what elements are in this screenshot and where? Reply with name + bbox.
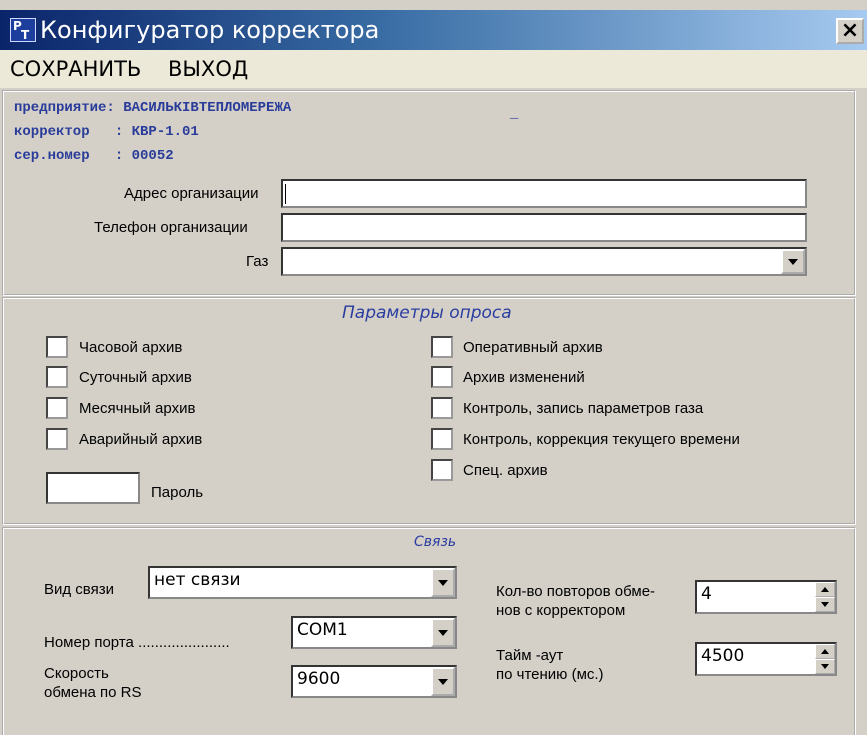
link-type-value: нет связи [154, 570, 241, 590]
menu-exit[interactable]: ВЫХОД [168, 56, 248, 82]
address-input[interactable] [281, 179, 807, 208]
port-value: COM1 [297, 620, 348, 640]
checkbox-gas-params-control[interactable] [431, 397, 453, 419]
checkbox-monthly-archive[interactable] [46, 397, 68, 419]
text-caret [285, 184, 286, 204]
speed-label-line1: Скорость [44, 665, 109, 682]
password-input[interactable] [46, 472, 140, 504]
retries-label-line1: Кол-во повторов обме- [496, 583, 656, 600]
spinner-buttons [815, 582, 835, 612]
title-bar[interactable]: Р Т Конфигуратор корректора × [0, 10, 867, 50]
retries-spinner[interactable]: 4 [695, 580, 837, 614]
organization-panel: предприятие: ВАСИЛЬКIВТЕПЛОМЕРЕЖА коррек… [2, 90, 856, 296]
link-type-select[interactable]: нет связи [148, 566, 457, 599]
checkbox-emergency-archive[interactable] [46, 428, 68, 450]
gas-params-control-label: Контроль, запись параметров газа [463, 400, 704, 417]
changes-archive-label: Архив изменений [463, 369, 585, 386]
spinner-buttons [815, 644, 835, 674]
retries-value: 4 [701, 584, 712, 604]
poll-section-title: Параметры опроса [342, 303, 512, 323]
timeout-label-line1: Тайм -аут [496, 647, 564, 664]
timeout-value: 4500 [701, 646, 745, 666]
spinner-up-icon[interactable] [815, 582, 835, 597]
menu-bar: СОХРАНИТЬ ВЫХОД [0, 50, 867, 88]
port-select[interactable]: COM1 [291, 616, 457, 649]
speed-select[interactable]: 9600 [291, 665, 457, 698]
window-title: Конфигуратор корректора [40, 16, 380, 44]
chevron-down-icon[interactable] [431, 667, 455, 696]
chevron-down-icon[interactable] [781, 249, 805, 274]
app-icon: Р Т [10, 18, 36, 42]
daily-archive-label: Суточный архив [79, 369, 192, 386]
speed-label-line2: обмена по RS [44, 684, 142, 701]
corrector-info: корректор : КВР-1.01 [14, 124, 199, 140]
configurator-window: Р Т Конфигуратор корректора × СОХРАНИТЬ … [0, 0, 867, 735]
dash-marker: _ [510, 106, 519, 122]
gas-label: Газ [246, 253, 269, 270]
spinner-up-icon[interactable] [815, 644, 835, 659]
spinner-down-icon[interactable] [815, 659, 835, 674]
checkbox-operative-archive[interactable] [431, 336, 453, 358]
close-button[interactable]: × [836, 18, 864, 44]
retries-label-line2: нов с корректором [496, 602, 626, 619]
monthly-archive-label: Месячный архив [79, 400, 196, 417]
operative-archive-label: Оперативный архив [463, 339, 603, 356]
phone-input[interactable] [281, 213, 807, 242]
connection-section-title: Связь [414, 534, 457, 550]
spinner-down-icon[interactable] [815, 597, 835, 612]
timeout-spinner[interactable]: 4500 [695, 642, 837, 676]
enterprise-info: предприятие: ВАСИЛЬКIВТЕПЛОМЕРЕЖА [14, 100, 292, 116]
checkbox-daily-archive[interactable] [46, 366, 68, 388]
phone-label: Телефон организации [94, 219, 248, 236]
menu-save[interactable]: СОХРАНИТЬ [10, 56, 141, 82]
gas-select[interactable] [281, 247, 807, 276]
chevron-down-icon[interactable] [431, 568, 455, 597]
port-label: Номер порта ...................... [44, 634, 230, 651]
emergency-archive-label: Аварийный архив [79, 431, 203, 448]
hourly-archive-label: Часовой архив [79, 339, 183, 356]
timeout-label-line2: по чтению (мс.) [496, 666, 604, 683]
address-label: Адрес организации [124, 185, 259, 202]
checkbox-time-correction[interactable] [431, 428, 453, 450]
poll-parameters-panel: Параметры опроса Часовой архив Суточный … [2, 297, 856, 525]
serial-info: сер.номер : 00052 [14, 148, 174, 164]
password-label: Пароль [151, 484, 204, 501]
checkbox-hourly-archive[interactable] [46, 336, 68, 358]
link-type-label: Вид связи [44, 581, 114, 598]
checkbox-special-archive[interactable] [431, 459, 453, 481]
connection-panel: Связь Вид связи нет связи Номер порта ..… [2, 527, 856, 735]
time-correction-label: Контроль, коррекция текущего времени [463, 431, 740, 448]
speed-value: 9600 [297, 669, 341, 689]
special-archive-label: Спец. архив [463, 462, 548, 479]
checkbox-changes-archive[interactable] [431, 366, 453, 388]
chevron-down-icon[interactable] [431, 618, 455, 647]
